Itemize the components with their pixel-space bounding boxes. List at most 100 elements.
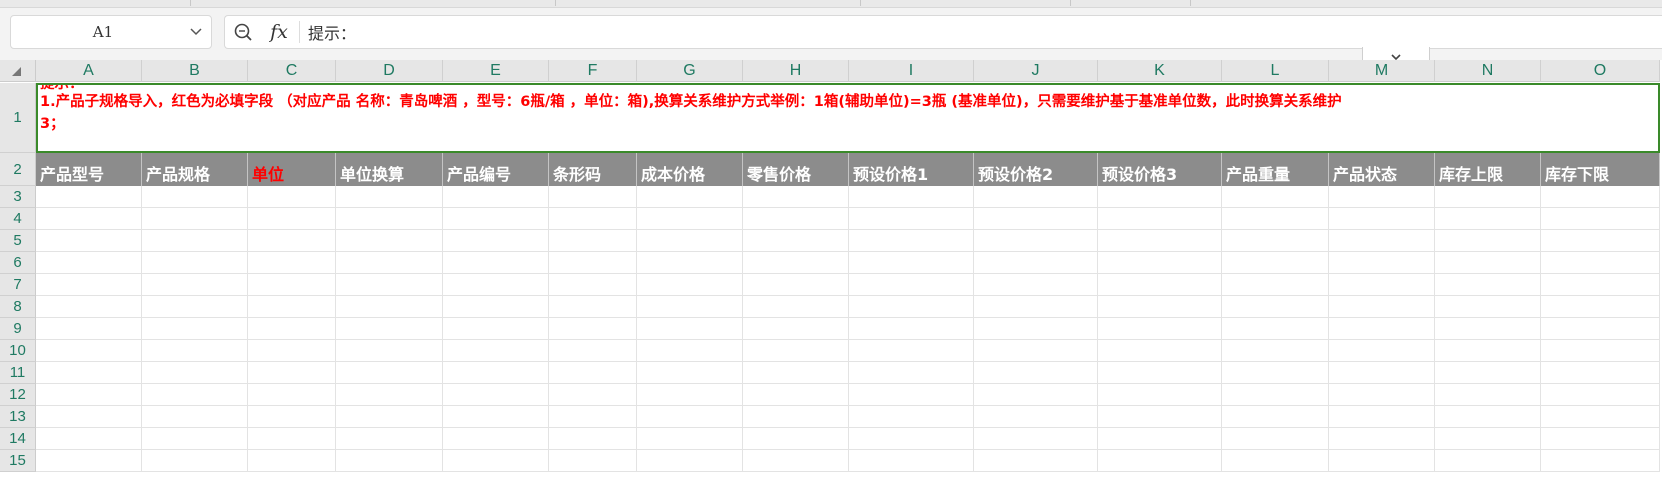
- header-cell-o2[interactable]: 库存下限: [1541, 153, 1660, 186]
- cell-h7[interactable]: [743, 274, 849, 296]
- cell-b5[interactable]: [142, 230, 248, 252]
- cell-g14[interactable]: [637, 428, 743, 450]
- cell-f15[interactable]: [549, 450, 637, 472]
- cell-g6[interactable]: [637, 252, 743, 274]
- cell-n12[interactable]: [1435, 384, 1541, 406]
- cell-a12[interactable]: [36, 384, 142, 406]
- cell-e4[interactable]: [443, 208, 549, 230]
- cell-i12[interactable]: [849, 384, 974, 406]
- cell-a3[interactable]: [36, 186, 142, 208]
- cell-j15[interactable]: [974, 450, 1098, 472]
- cell-a13[interactable]: [36, 406, 142, 428]
- cell-n8[interactable]: [1435, 296, 1541, 318]
- row-header-6[interactable]: 6: [0, 252, 36, 274]
- column-header-k[interactable]: K: [1098, 60, 1222, 82]
- cell-f3[interactable]: [549, 186, 637, 208]
- cell-o15[interactable]: [1541, 450, 1660, 472]
- cell-e6[interactable]: [443, 252, 549, 274]
- cell-a5[interactable]: [36, 230, 142, 252]
- cell-c9[interactable]: [248, 318, 336, 340]
- cell-f13[interactable]: [549, 406, 637, 428]
- cell-k9[interactable]: [1098, 318, 1222, 340]
- cell-j8[interactable]: [974, 296, 1098, 318]
- cell-o6[interactable]: [1541, 252, 1660, 274]
- column-header-n[interactable]: N: [1435, 60, 1541, 82]
- cell-k7[interactable]: [1098, 274, 1222, 296]
- cell-l6[interactable]: [1222, 252, 1329, 274]
- cell-l13[interactable]: [1222, 406, 1329, 428]
- cell-e14[interactable]: [443, 428, 549, 450]
- header-cell-n2[interactable]: 库存上限: [1435, 153, 1541, 186]
- row-header-3[interactable]: 3: [0, 186, 36, 208]
- cell-g13[interactable]: [637, 406, 743, 428]
- cell-h15[interactable]: [743, 450, 849, 472]
- cell-a10[interactable]: [36, 340, 142, 362]
- cell-n14[interactable]: [1435, 428, 1541, 450]
- cell-c3[interactable]: [248, 186, 336, 208]
- cell-i13[interactable]: [849, 406, 974, 428]
- cell-d8[interactable]: [336, 296, 443, 318]
- cell-h11[interactable]: [743, 362, 849, 384]
- cell-j10[interactable]: [974, 340, 1098, 362]
- cell-o8[interactable]: [1541, 296, 1660, 318]
- cell-e8[interactable]: [443, 296, 549, 318]
- cell-m6[interactable]: [1329, 252, 1435, 274]
- cell-m3[interactable]: [1329, 186, 1435, 208]
- cell-m7[interactable]: [1329, 274, 1435, 296]
- cell-n13[interactable]: [1435, 406, 1541, 428]
- cell-f9[interactable]: [549, 318, 637, 340]
- cell-m12[interactable]: [1329, 384, 1435, 406]
- cell-j3[interactable]: [974, 186, 1098, 208]
- cell-o14[interactable]: [1541, 428, 1660, 450]
- cell-m9[interactable]: [1329, 318, 1435, 340]
- cell-k10[interactable]: [1098, 340, 1222, 362]
- cell-j4[interactable]: [974, 208, 1098, 230]
- cell-c12[interactable]: [248, 384, 336, 406]
- row-header-2[interactable]: 2: [0, 153, 36, 186]
- cell-o4[interactable]: [1541, 208, 1660, 230]
- cell-l8[interactable]: [1222, 296, 1329, 318]
- header-cell-f2[interactable]: 条形码: [549, 153, 637, 186]
- column-header-a[interactable]: A: [36, 60, 142, 82]
- row-header-14[interactable]: 14: [0, 428, 36, 450]
- cell-h13[interactable]: [743, 406, 849, 428]
- cell-k14[interactable]: [1098, 428, 1222, 450]
- cell-l11[interactable]: [1222, 362, 1329, 384]
- cell-g5[interactable]: [637, 230, 743, 252]
- cell-i6[interactable]: [849, 252, 974, 274]
- header-cell-e2[interactable]: 产品编号: [443, 153, 549, 186]
- cell-d7[interactable]: [336, 274, 443, 296]
- cell-c15[interactable]: [248, 450, 336, 472]
- cell-h12[interactable]: [743, 384, 849, 406]
- cell-k6[interactable]: [1098, 252, 1222, 274]
- cell-j13[interactable]: [974, 406, 1098, 428]
- cell-f4[interactable]: [549, 208, 637, 230]
- header-cell-h2[interactable]: 零售价格: [743, 153, 849, 186]
- header-cell-m2[interactable]: 产品状态: [1329, 153, 1435, 186]
- cell-m13[interactable]: [1329, 406, 1435, 428]
- cell-c11[interactable]: [248, 362, 336, 384]
- cell-c10[interactable]: [248, 340, 336, 362]
- function-fx-icon[interactable]: fx: [261, 21, 297, 43]
- cell-o13[interactable]: [1541, 406, 1660, 428]
- cell-a1-tip-selected[interactable]: 提示： 1.产品子规格导入，红色为必填字段 （对应产品 名称：青岛啤酒 ，型号：6…: [36, 83, 1660, 153]
- cell-i15[interactable]: [849, 450, 974, 472]
- cell-k4[interactable]: [1098, 208, 1222, 230]
- cell-i5[interactable]: [849, 230, 974, 252]
- cell-a8[interactable]: [36, 296, 142, 318]
- column-header-h[interactable]: H: [743, 60, 849, 82]
- cell-h8[interactable]: [743, 296, 849, 318]
- cell-o7[interactable]: [1541, 274, 1660, 296]
- cell-d13[interactable]: [336, 406, 443, 428]
- cell-a11[interactable]: [36, 362, 142, 384]
- cell-o11[interactable]: [1541, 362, 1660, 384]
- cell-a7[interactable]: [36, 274, 142, 296]
- cell-m4[interactable]: [1329, 208, 1435, 230]
- cell-i3[interactable]: [849, 186, 974, 208]
- column-header-c[interactable]: C: [248, 60, 336, 82]
- cell-i14[interactable]: [849, 428, 974, 450]
- column-header-m[interactable]: M: [1329, 60, 1435, 82]
- row-header-9[interactable]: 9: [0, 318, 36, 340]
- cell-i8[interactable]: [849, 296, 974, 318]
- row-header-4[interactable]: 4: [0, 208, 36, 230]
